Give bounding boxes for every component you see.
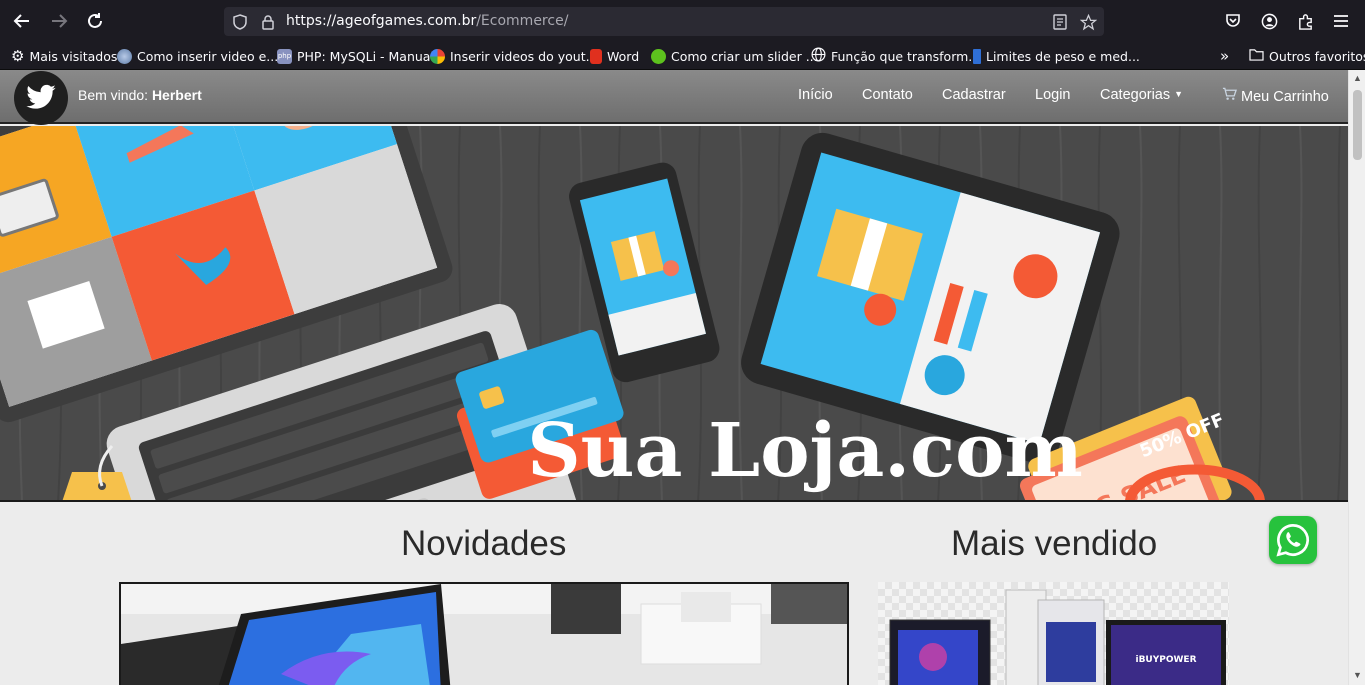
address-bar[interactable]: https://ageofgames.com.br/Ecommerce/ — [224, 7, 1104, 36]
bookmark-item[interactable]: php PHP: MySQLi - Manual — [277, 47, 434, 65]
shield-icon[interactable] — [230, 12, 250, 32]
best-seller-section-title: Mais vendido — [951, 524, 1158, 563]
other-bookmarks[interactable]: Outros favoritos — [1249, 47, 1365, 65]
account-icon[interactable] — [1256, 8, 1282, 34]
twitter-logo-icon[interactable] — [14, 71, 68, 125]
forward-arrow-icon[interactable] — [46, 8, 72, 34]
scroll-down-arrow-icon[interactable]: ▼ — [1352, 670, 1363, 681]
nav-login[interactable]: Login — [1035, 87, 1070, 103]
php-favicon-icon: php — [277, 48, 292, 64]
bookmark-label: Função que transform... — [831, 48, 981, 64]
browser-toolbar: https://ageofgames.com.br/Ecommerce/ — [0, 0, 1365, 42]
scrollbar-thumb[interactable] — [1353, 90, 1362, 160]
nav-contato[interactable]: Contato — [862, 87, 913, 103]
whatsapp-icon — [1276, 524, 1309, 557]
hero-banner: BIG SALE 50% OFF Sua Loja.com — [0, 126, 1348, 502]
reload-icon[interactable] — [82, 8, 108, 34]
news-product-image[interactable] — [119, 582, 849, 685]
bookmark-label: Como inserir video e... — [137, 48, 279, 64]
bookmark-label: Como criar um slider ... — [671, 48, 818, 64]
banner-title: Sua Loja.com — [527, 408, 1083, 494]
globe-icon — [811, 47, 826, 65]
welcome-prefix: Bem vindo: — [78, 87, 149, 103]
bookmark-favicon-icon — [973, 48, 981, 64]
nav-categorias-dropdown[interactable]: Categorias ▼ — [1100, 87, 1183, 103]
whatsapp-button[interactable] — [1269, 516, 1317, 564]
caret-down-icon: ▼ — [1174, 89, 1184, 99]
bookmark-item[interactable]: Limites de peso e med... — [973, 47, 1140, 65]
bookmark-item[interactable]: Função que transform... — [811, 47, 980, 65]
bookmark-item[interactable]: Como criar um slider ... — [651, 47, 818, 65]
bookmark-item[interactable]: Como inserir video e... — [117, 47, 278, 65]
best-seller-product-image[interactable]: iBUYPOWER — [878, 582, 1229, 685]
url-text[interactable]: https://ageofgames.com.br/Ecommerce/ — [286, 13, 568, 29]
pocket-icon[interactable] — [1220, 8, 1246, 34]
bookmark-label: Limites de peso e med... — [986, 48, 1140, 64]
gaming-pc-photo: iBUYPOWER — [889, 589, 1226, 685]
bookmarks-overflow-chevron-icon[interactable]: » — [1220, 47, 1229, 65]
laptop-photo — [121, 584, 847, 685]
xbox-favicon-icon — [651, 48, 666, 64]
welcome-text: Bem vindo: Herbert — [78, 87, 202, 103]
bookmark-label: Mais visitados — [29, 48, 118, 64]
bookmark-item[interactable]: Inserir videos do yout... — [430, 47, 598, 65]
nav-cart[interactable]: Meu Carrinho — [1222, 87, 1329, 105]
bookmark-label: PHP: MySQLi - Manual — [297, 48, 434, 64]
bookmark-label: Inserir videos do yout... — [450, 48, 598, 64]
web-page: Bem vindo: Herbert Início Contato Cadast… — [0, 70, 1348, 685]
bookmarks-bar: ⚙ Mais visitados Como inserir video e...… — [0, 42, 1365, 70]
lock-icon[interactable] — [258, 12, 278, 32]
other-bookmarks-label: Outros favoritos — [1269, 48, 1365, 64]
google-favicon-icon — [430, 48, 445, 64]
site-navbar: Bem vindo: Herbert Início Contato Cadast… — [0, 70, 1348, 125]
extensions-icon[interactable] — [1292, 8, 1318, 34]
reader-view-icon[interactable] — [1050, 12, 1070, 32]
menu-icon[interactable] — [1328, 8, 1354, 34]
nav-categorias-label: Categorias — [1100, 87, 1171, 103]
url-host: https://ageofgames.com.br — [286, 13, 477, 29]
star-icon[interactable] — [1078, 12, 1098, 32]
nav-cadastrar[interactable]: Cadastrar — [942, 87, 1006, 103]
hero-illustration: BIG SALE 50% OFF Sua Loja.com — [0, 126, 1348, 500]
folder-icon — [1249, 48, 1264, 64]
url-path: /Ecommerce/ — [476, 13, 569, 29]
ibuypower-label: iBUYPOWER — [1135, 655, 1196, 665]
office-favicon-icon — [590, 48, 602, 64]
bookmark-label: Word — [607, 48, 640, 64]
cart-icon — [1222, 87, 1241, 105]
gear-icon: ⚙ — [11, 46, 25, 65]
globe-favicon-icon — [117, 48, 132, 64]
back-arrow-icon[interactable] — [9, 8, 35, 34]
nav-inicio[interactable]: Início — [798, 87, 833, 103]
news-section-title: Novidades — [401, 524, 567, 563]
bookmark-item[interactable]: ⚙ Mais visitados — [11, 47, 117, 65]
page-scrollbar[interactable]: ▲ ▼ — [1348, 70, 1365, 685]
username: Herbert — [151, 87, 202, 103]
bookmark-item[interactable]: Word — [590, 47, 639, 65]
scroll-up-arrow-icon[interactable]: ▲ — [1352, 73, 1363, 84]
cart-label: Meu Carrinho — [1241, 89, 1329, 105]
